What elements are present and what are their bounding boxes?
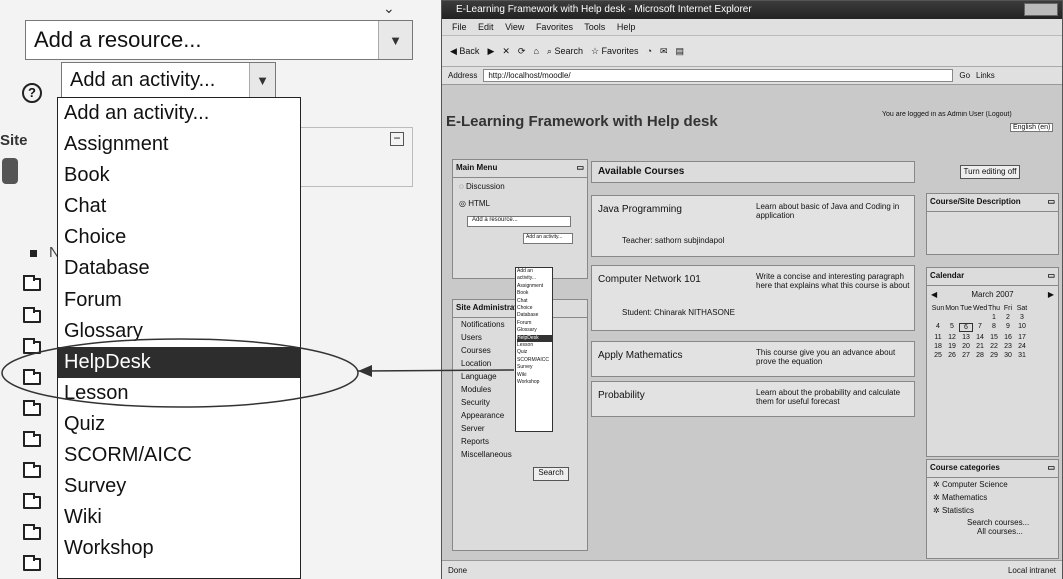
callout-arrowhead: [358, 365, 372, 377]
highlight-ellipse: [1, 338, 359, 408]
callout-arrow-line: [357, 369, 515, 372]
figure: ⌄ Add a resource... ▼ ? Add an activity.…: [0, 0, 1063, 579]
callout-overlay: [1, 338, 515, 408]
